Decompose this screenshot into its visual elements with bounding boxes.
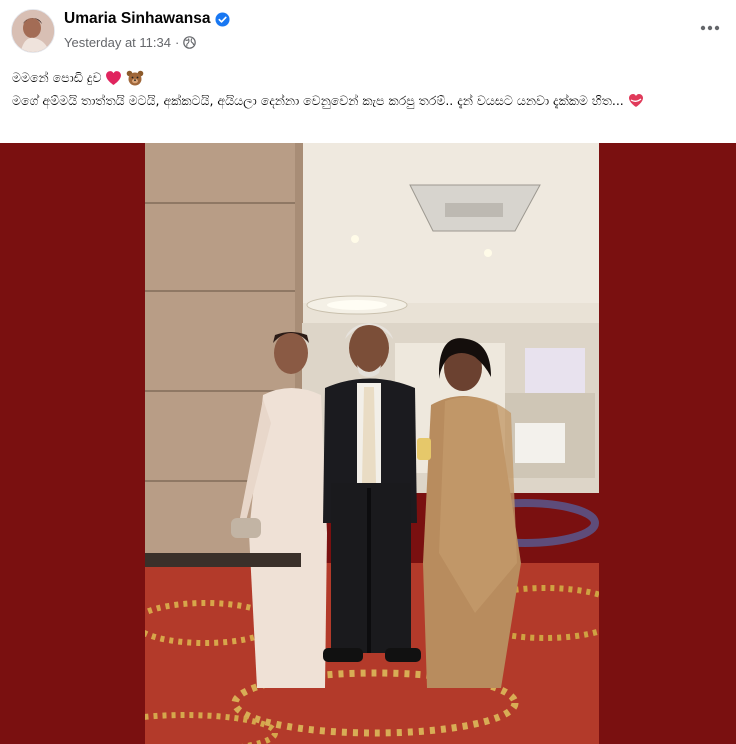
more-options-button[interactable] (698, 16, 722, 40)
bear-emoji (127, 70, 144, 85)
post-caption: මමනේ පොඩි දුව මගේ අම්මයි තාත්තයි මටයි, අ… (12, 66, 724, 112)
red-heart-emoji (106, 70, 122, 85)
author-name[interactable]: Umaria Sinhawansa (64, 10, 210, 28)
verified-badge-icon (215, 11, 230, 27)
post-photo-area[interactable] (0, 143, 736, 744)
meta-separator: · (174, 35, 180, 50)
event-photo-illustration (145, 143, 599, 744)
avatar-image (12, 10, 54, 52)
caption-line-1: මමනේ පොඩි දුව (12, 66, 724, 89)
author-avatar[interactable] (11, 9, 55, 53)
more-options-icon (700, 25, 720, 31)
post-header: Umaria Sinhawansa Yesterday at 11:34 · (0, 0, 736, 60)
post-timestamp[interactable]: Yesterday at 11:34 (64, 35, 171, 50)
heart-with-ribbon-emoji (628, 94, 643, 107)
caption-text-2: මගේ අම්මයි තාත්තයි මටයි, අක්කටයි, අයියලා… (12, 93, 624, 108)
caption-line-2: මගේ අම්මයි තාත්තයි මටයි, අක්කටයි, අයියලා… (12, 89, 724, 112)
globe-icon[interactable] (183, 36, 197, 49)
post-photo[interactable] (145, 143, 599, 744)
caption-text-1: මමනේ පොඩි දුව (12, 70, 102, 85)
